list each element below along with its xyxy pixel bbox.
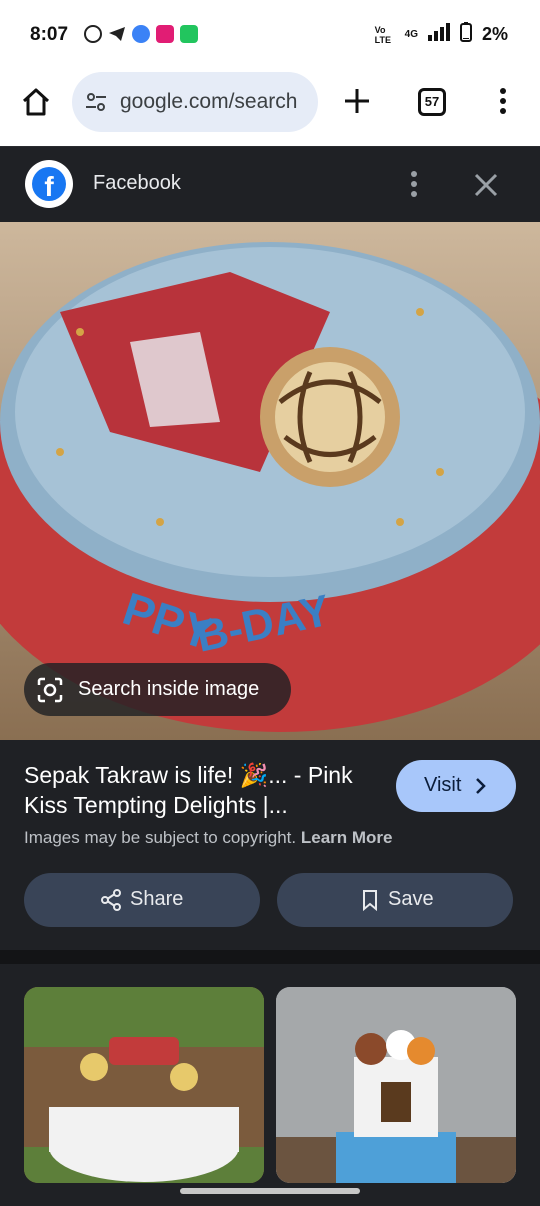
related-images-grid — [0, 964, 540, 1206]
related-image-thumbnail[interactable] — [276, 987, 516, 1183]
save-button[interactable]: Save — [277, 873, 513, 927]
more-menu-icon[interactable] — [497, 86, 509, 116]
close-icon[interactable] — [472, 171, 500, 199]
url-text[interactable]: google.com/search — [120, 90, 297, 114]
notification-icons — [84, 25, 198, 43]
search-inside-image-label: Search inside image — [78, 678, 260, 700]
telegram-icon — [108, 25, 126, 43]
site-settings-icon[interactable] — [84, 90, 108, 114]
home-icon[interactable] — [20, 86, 52, 118]
result-info: Sepak Takraw is life! 🎉... - Pink Kiss T… — [0, 740, 540, 950]
chevron-right-icon — [474, 776, 488, 796]
android-notification-icon — [180, 25, 198, 43]
copyright-text: Images may be subject to copyright. — [24, 828, 297, 847]
messenger-icon — [132, 25, 150, 43]
share-icon — [100, 889, 122, 911]
signal-icon — [427, 23, 450, 46]
status-right: Vo LTE 4G 2% — [375, 22, 508, 47]
copyright-notice: Images may be subject to copyright. Lear… — [24, 828, 393, 848]
image-panel-header: f Facebook — [0, 146, 540, 222]
share-button[interactable]: Share — [24, 873, 260, 927]
status-time: 8:07 — [30, 24, 69, 45]
search-inside-image-button[interactable]: Search inside image — [24, 663, 291, 716]
gesture-bar — [180, 1188, 360, 1194]
share-label: Share — [130, 888, 184, 910]
app-notification-icon — [156, 25, 174, 43]
whatsapp-icon — [84, 25, 102, 43]
save-label: Save — [388, 888, 434, 910]
panel-more-icon[interactable] — [408, 169, 420, 199]
status-bar: 8:07 Vo LTE 4G 2% — [0, 0, 540, 70]
source-name[interactable]: Facebook — [93, 172, 181, 195]
result-caption[interactable]: Sepak Takraw is life! 🎉... - Pink Kiss T… — [24, 760, 384, 820]
lens-icon — [36, 676, 64, 704]
learn-more-link[interactable]: Learn More — [301, 828, 393, 847]
address-bar[interactable]: google.com/search — [72, 72, 318, 132]
section-divider — [0, 950, 540, 964]
volte-label: Vo LTE — [374, 24, 391, 45]
facebook-icon: f — [25, 160, 73, 208]
tab-switcher-button[interactable]: 57 — [418, 88, 446, 116]
network-label: 4G — [404, 29, 418, 40]
visit-label: Visit — [424, 774, 462, 796]
browser-toolbar: google.com/search 57 — [0, 70, 540, 146]
battery-icon — [459, 22, 472, 47]
bookmark-icon — [359, 889, 381, 912]
related-image-thumbnail[interactable] — [24, 987, 264, 1183]
battery-percent: 2% — [481, 24, 508, 44]
visit-button[interactable]: Visit — [396, 760, 516, 812]
new-tab-icon[interactable] — [342, 86, 372, 116]
